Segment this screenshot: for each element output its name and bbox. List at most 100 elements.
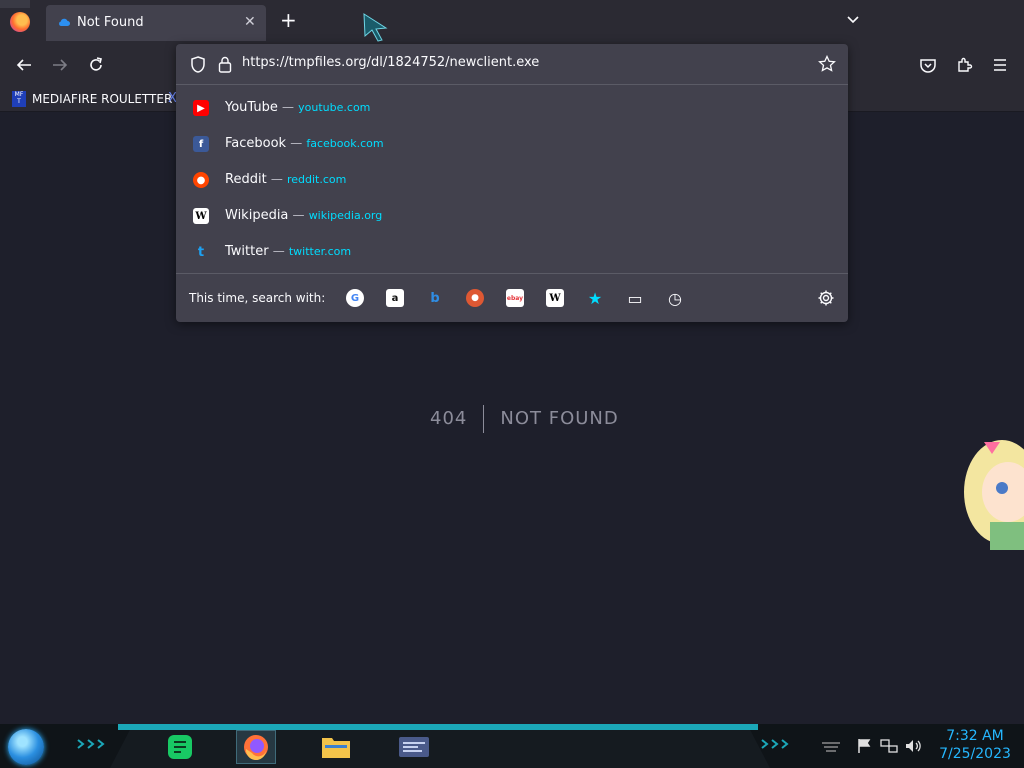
amazon-icon[interactable]: a xyxy=(386,289,404,307)
action-center-flag-icon[interactable] xyxy=(856,738,872,754)
network-icon[interactable] xyxy=(880,738,898,754)
ebay-icon[interactable]: ebay xyxy=(506,289,524,307)
volume-icon[interactable] xyxy=(904,738,922,754)
taskbar-app-window[interactable] xyxy=(394,730,434,764)
tab-close-icon[interactable]: ✕ xyxy=(244,14,256,30)
urlbar xyxy=(176,44,848,85)
tabstrip-decoration xyxy=(0,0,30,8)
firefox-menu-icon[interactable] xyxy=(10,12,30,32)
wikipedia-icon[interactable]: W xyxy=(546,289,564,307)
folder-icon xyxy=(322,738,350,758)
search-settings-gear-icon[interactable] xyxy=(817,289,835,307)
tab-not-found[interactable]: Not Found ✕ xyxy=(46,5,266,41)
error-code: 404 xyxy=(430,405,485,433)
suggestion-text: Twitter — twitter.com xyxy=(225,244,351,259)
tab-strip: Not Found ✕ + xyxy=(0,0,1024,44)
suggestion-name: Twitter xyxy=(225,244,269,259)
taskbar-app-firefox[interactable] xyxy=(236,730,276,764)
start-button-orb-icon[interactable] xyxy=(8,729,44,765)
bookmark-icon-text-bottom: T xyxy=(17,98,21,105)
suggestion-text: Reddit — reddit.com xyxy=(225,172,346,187)
desktop-mascot-character-image xyxy=(964,440,1024,550)
suggestion-separator: — xyxy=(292,208,305,222)
chevron-decoration-icon xyxy=(761,739,789,749)
suggestion-row[interactable]: ● Reddit — reddit.com xyxy=(176,162,848,198)
bookmark-label: MEDIAFIRE ROULETTER xyxy=(32,92,173,106)
suggestion-text: Wikipedia — wikipedia.org xyxy=(225,208,382,223)
suggestion-url: twitter.com xyxy=(288,245,352,258)
suggestion-row[interactable]: t Twitter — twitter.com xyxy=(176,234,848,270)
taskbar xyxy=(0,724,1024,768)
back-arrow-icon xyxy=(16,59,31,71)
history-icon[interactable]: ◷ xyxy=(666,289,684,308)
duckduckgo-icon[interactable]: ● xyxy=(466,289,484,307)
suggestion-row[interactable]: f Facebook — facebook.com xyxy=(176,126,848,162)
tracking-protection-shield-icon[interactable] xyxy=(190,56,206,73)
suggestion-name: Reddit xyxy=(225,172,267,187)
twitter-icon: t xyxy=(197,244,205,260)
suggestion-url: wikipedia.org xyxy=(308,209,383,222)
search-with-label: This time, search with: xyxy=(189,291,326,305)
suggestion-url: facebook.com xyxy=(306,137,384,150)
show-hidden-icons-icon[interactable] xyxy=(820,740,842,754)
bookmark-mediafire-rouletter[interactable]: MF T MEDIAFIRE ROULETTER xyxy=(12,90,172,108)
suggestion-url: youtube.com xyxy=(298,101,371,114)
taskbar-app-file-explorer[interactable] xyxy=(316,730,356,764)
suggestion-name: Wikipedia xyxy=(225,208,289,223)
mediafire-rouletter-icon: MF T xyxy=(12,91,26,107)
mouse-cursor-icon xyxy=(363,13,388,42)
reload-icon xyxy=(90,57,102,71)
tab-title: Not Found xyxy=(77,15,144,30)
new-tab-button[interactable]: + xyxy=(280,10,297,30)
puzzle-icon xyxy=(958,57,973,72)
lock-icon[interactable] xyxy=(218,56,232,73)
suggestion-separator: — xyxy=(282,100,295,114)
taskbar-frame xyxy=(110,730,770,768)
list-all-tabs-chevron-icon[interactable] xyxy=(845,12,861,28)
notes-app-icon xyxy=(168,735,192,759)
wikipedia-icon: W xyxy=(193,208,209,224)
error-message: NOT FOUND xyxy=(500,408,619,429)
not-found-message: 404 NOT FOUND xyxy=(430,405,619,433)
bing-icon[interactable]: b xyxy=(426,289,444,307)
tabs-icon[interactable]: ▭ xyxy=(626,289,644,308)
reload-button[interactable] xyxy=(84,54,108,76)
taskbar-clock[interactable]: 7:32 AM 7/25/2023 xyxy=(930,727,1020,763)
google-icon[interactable]: G xyxy=(346,289,364,307)
suggestion-separator: — xyxy=(270,172,283,186)
window-app-icon xyxy=(399,737,429,757)
extensions-button[interactable] xyxy=(952,54,976,76)
suggestion-text: Facebook — facebook.com xyxy=(225,136,384,151)
suggestion-separator: — xyxy=(290,136,303,150)
url-input[interactable] xyxy=(242,55,802,70)
firefox-icon xyxy=(244,735,268,761)
search-with-row: This time, search with: G a b ● ebay W ★… xyxy=(176,273,848,322)
clock-date: 7/25/2023 xyxy=(939,746,1011,762)
cloud-icon xyxy=(59,18,70,26)
pocket-icon xyxy=(920,59,936,73)
taskbar-app-notes[interactable] xyxy=(160,730,200,764)
hamburger-menu-icon xyxy=(994,59,1006,71)
forward-button[interactable] xyxy=(48,54,72,76)
app-menu-button[interactable] xyxy=(988,54,1012,76)
youtube-icon: ▶ xyxy=(193,100,209,116)
suggestion-name: YouTube xyxy=(225,100,278,115)
facebook-icon: f xyxy=(193,136,209,152)
bookmark-icon-text-top: MF xyxy=(14,91,24,98)
suggestion-name: Facebook xyxy=(225,136,287,151)
clock-time: 7:32 AM xyxy=(946,728,1004,744)
suggestion-text: YouTube — youtube.com xyxy=(225,100,370,115)
taskbar-accent-rail xyxy=(118,724,758,730)
suggestion-row[interactable]: W Wikipedia — wikipedia.org xyxy=(176,198,848,234)
bookmarks-star-icon[interactable]: ★ xyxy=(586,289,604,308)
chevron-decoration-icon xyxy=(77,739,105,749)
suggestion-url: reddit.com xyxy=(286,173,347,186)
suggestion-row[interactable]: ▶ YouTube — youtube.com xyxy=(176,90,848,126)
back-button[interactable] xyxy=(12,54,36,76)
suggestion-separator: — xyxy=(272,244,285,258)
urlbar-dropdown: ▶ YouTube — youtube.com f Facebook — fac… xyxy=(176,44,848,322)
bookmark-star-icon[interactable] xyxy=(818,55,836,73)
reddit-icon: ● xyxy=(193,172,209,188)
pocket-button[interactable] xyxy=(916,54,940,76)
forward-arrow-icon xyxy=(53,59,68,71)
